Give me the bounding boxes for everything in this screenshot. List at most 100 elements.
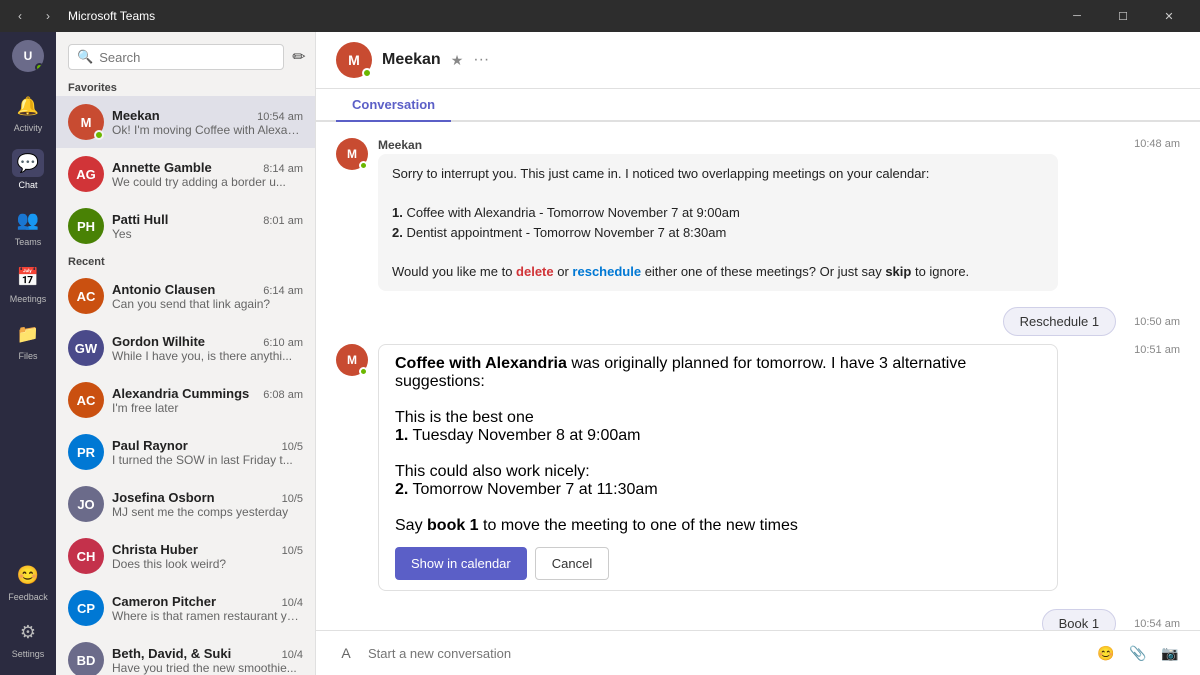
minimize-button[interactable]: ─ xyxy=(1054,0,1100,32)
chat-info: Christa Huber 10/5 Does this look weird? xyxy=(112,542,303,571)
emoji-button[interactable]: 😊 xyxy=(1092,639,1120,667)
chat-time: 10/5 xyxy=(282,441,303,453)
user-action-row: Book 1 10:54 am xyxy=(336,609,1180,630)
chat-time: 6:10 am xyxy=(263,337,303,349)
user-action-row: Reschedule 1 10:50 am xyxy=(336,307,1180,336)
more-options-icon[interactable]: ··· xyxy=(473,51,489,69)
title-bar: ‹ › Microsoft Teams ─ ☐ ✕ xyxy=(0,0,1200,32)
list-item[interactable]: CH Christa Huber 10/5 Does this look wei… xyxy=(56,530,315,582)
list-item[interactable]: AC Antonio Clausen 6:14 am Can you send … xyxy=(56,270,315,322)
option-2: 2. Tomorrow November 7 at 11:30am xyxy=(395,481,1041,499)
list-item[interactable]: PH Patti Hull 8:01 am Yes xyxy=(56,200,315,252)
user-action-pill: Book 1 xyxy=(1042,609,1116,630)
meetings-label: Meetings xyxy=(10,294,47,304)
favorites-section-label: Favorites xyxy=(56,78,315,96)
sidebar-item-files[interactable]: 📁 Files xyxy=(0,312,56,369)
avatar: BD xyxy=(68,642,104,675)
msg-time: 10:48 am xyxy=(1134,138,1180,150)
chat-name: Meekan xyxy=(112,108,160,123)
list-item[interactable]: JO Josefina Osborn 10/5 MJ sent me the c… xyxy=(56,478,315,530)
chat-time: 8:01 am xyxy=(263,215,303,227)
avatar: PH xyxy=(68,208,104,244)
user-avatar[interactable]: U xyxy=(12,40,44,72)
sidebar-item-teams[interactable]: 👥 Teams xyxy=(0,198,56,255)
cancel-button[interactable]: Cancel xyxy=(535,547,609,580)
avatar: CP xyxy=(68,590,104,626)
list-item[interactable]: AC Alexandria Cummings 6:08 am I'm free … xyxy=(56,374,315,426)
avatar: M xyxy=(68,104,104,140)
chat-name: Cameron Pitcher xyxy=(112,594,216,609)
book-instruction: Say book 1 to move the meeting to one of… xyxy=(395,517,1041,535)
list-item[interactable]: BD Beth, David, & Suki 10/4 Have you tri… xyxy=(56,634,315,675)
nicely-label: This could also work nicely: xyxy=(395,463,1041,481)
attach-icon: 📎 xyxy=(1129,645,1146,662)
msg-ignore: to ignore. xyxy=(911,264,969,279)
chat-header: M Meekan ★ ··· xyxy=(316,32,1200,89)
chat-preview: Where is that ramen restaurant yo... xyxy=(112,609,303,623)
sidebar-item-chat[interactable]: 💬 Chat xyxy=(0,141,56,198)
search-icon: 🔍 xyxy=(77,49,93,65)
chat-info: Cameron Pitcher 10/4 Where is that ramen… xyxy=(112,594,303,623)
chat-preview: We could try adding a border u... xyxy=(112,175,303,189)
list-item[interactable]: AG Annette Gamble 8:14 am We could try a… xyxy=(56,148,315,200)
chat-name: Josefina Osborn xyxy=(112,490,215,505)
avatar: CH xyxy=(68,538,104,574)
avatar: M xyxy=(336,138,368,170)
compose-icon[interactable]: ✏ xyxy=(292,47,305,67)
sidebar-item-feedback[interactable]: 😊 Feedback xyxy=(0,553,56,610)
msg-or: or xyxy=(554,264,573,279)
teams-icon: 👥 xyxy=(17,210,39,231)
list-item[interactable]: GW Gordon Wilhite 6:10 am While I have y… xyxy=(56,322,315,374)
suggestions-intro: Coffee with Alexandria was originally pl… xyxy=(395,355,1041,391)
star-icon[interactable]: ★ xyxy=(451,52,464,69)
bot-indicator xyxy=(362,68,372,78)
best-label: This is the best one xyxy=(395,409,1041,427)
settings-label: Settings xyxy=(12,649,45,659)
sidebar-item-activity[interactable]: 🔔 Activity xyxy=(0,84,56,141)
recent-section-label: Recent xyxy=(56,252,315,270)
back-button[interactable]: ‹ xyxy=(8,4,32,28)
chat-preview: Yes xyxy=(112,227,303,241)
window-controls: ─ ☐ ✕ xyxy=(1054,0,1192,32)
chat-info: Meekan 10:54 am Ok! I'm moving Coffee wi… xyxy=(112,108,303,137)
chat-time: 10/4 xyxy=(282,597,303,609)
show-calendar-button[interactable]: Show in calendar xyxy=(395,547,527,580)
skip-keyword: skip xyxy=(885,264,911,279)
chat-info: Josefina Osborn 10/5 MJ sent me the comp… xyxy=(112,490,303,519)
chat-time: 6:14 am xyxy=(263,285,303,297)
sidebar-item-meetings[interactable]: 📅 Meetings xyxy=(0,255,56,312)
compose-input[interactable] xyxy=(368,646,1084,661)
chat-name: Annette Gamble xyxy=(112,160,212,175)
meetings-icon: 📅 xyxy=(17,267,39,288)
search-input[interactable] xyxy=(99,50,275,65)
list-item[interactable]: CP Cameron Pitcher 10/4 Where is that ra… xyxy=(56,582,315,634)
chat-name: Christa Huber xyxy=(112,542,198,557)
forward-button[interactable]: › xyxy=(36,4,60,28)
list-item[interactable]: PR Paul Raynor 10/5 I turned the SOW in … xyxy=(56,426,315,478)
list-item[interactable]: M Meekan 10:54 am Ok! I'm moving Coffee … xyxy=(56,96,315,148)
messages-area: M Meekan Sorry to interrupt you. This ju… xyxy=(316,122,1200,630)
avatar: AC xyxy=(68,278,104,314)
format-button[interactable]: A xyxy=(332,639,360,667)
avatar: AG xyxy=(68,156,104,192)
attach-button[interactable]: 📎 xyxy=(1124,639,1152,667)
sidebar-item-settings[interactable]: ⚙ Settings xyxy=(0,610,56,667)
maximize-button[interactable]: ☐ xyxy=(1100,0,1146,32)
avatar: GW xyxy=(68,330,104,366)
search-box[interactable]: 🔍 xyxy=(68,44,284,70)
chat-info: Antonio Clausen 6:14 am Can you send tha… xyxy=(112,282,303,311)
meet-button[interactable]: 📷 xyxy=(1156,639,1184,667)
settings-icon: ⚙ xyxy=(20,622,36,643)
chat-label: Chat xyxy=(18,180,37,190)
action-buttons: Show in calendar Cancel xyxy=(395,547,1041,580)
chat-name: Gordon Wilhite xyxy=(112,334,205,349)
tab-conversation[interactable]: Conversation xyxy=(336,89,451,122)
chat-preview: Does this look weird? xyxy=(112,557,303,571)
close-button[interactable]: ✕ xyxy=(1146,0,1192,32)
chat-info: Gordon Wilhite 6:10 am While I have you,… xyxy=(112,334,303,363)
avatar: JO xyxy=(68,486,104,522)
message-row: M Coffee with Alexandria was originally … xyxy=(336,344,1180,593)
chat-time: 10:54 am xyxy=(257,111,303,123)
header-avatar: M xyxy=(336,42,372,78)
bot-indicator xyxy=(94,130,104,140)
